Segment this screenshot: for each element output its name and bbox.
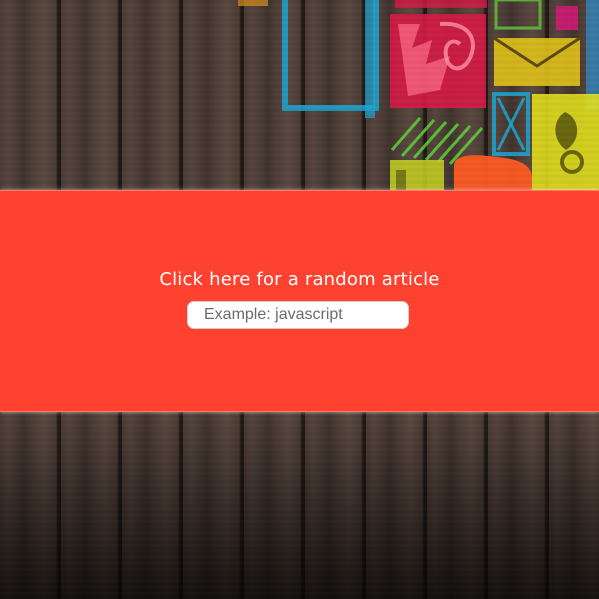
random-article-link[interactable]: Click here for a random article [0,269,599,290]
search-input[interactable] [187,301,409,329]
hero-banner: Click here for a random article [0,190,599,412]
